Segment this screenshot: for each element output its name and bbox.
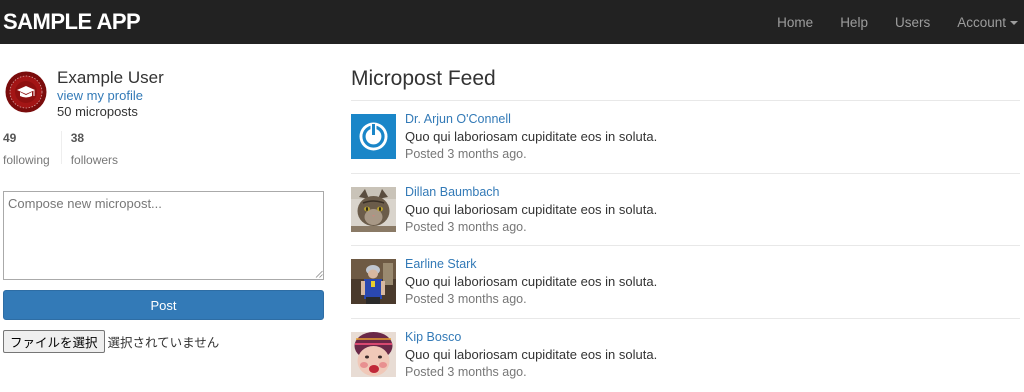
person-photo-avatar[interactable] <box>351 259 396 304</box>
nav-home-link[interactable]: Home <box>777 0 813 44</box>
feed-user-link[interactable]: Dillan Baumbach <box>405 185 500 199</box>
compose-micropost-textarea[interactable] <box>3 191 324 280</box>
feed-timestamp: Posted 3 months ago. <box>405 292 527 306</box>
following-count: 49 <box>3 131 17 145</box>
view-profile-link[interactable]: view my profile <box>57 88 143 103</box>
followers-stat[interactable]: 38 followers <box>62 131 118 167</box>
feed-content: Quo qui laboriosam cupiditate eos in sol… <box>405 346 658 362</box>
feed-user-link[interactable]: Earline Stark <box>405 257 477 271</box>
power-logo-avatar[interactable] <box>351 114 396 159</box>
navbar: SAMPLE APP Home Help Users Account <box>0 0 1024 44</box>
feed-user-link[interactable]: Kip Bosco <box>405 330 461 344</box>
feed-timestamp: Posted 3 months ago. <box>405 364 527 379</box>
feed-user-link[interactable]: Dr. Arjun O'Connell <box>405 112 511 126</box>
cat-photo-avatar[interactable] <box>351 186 396 232</box>
feed-content: Quo qui laboriosam cupiditate eos in sol… <box>405 274 658 289</box>
user-stats: 49 following 38 followers <box>3 131 118 167</box>
brand-logo[interactable]: SAMPLE APP <box>3 9 141 35</box>
feed-content: Quo qui laboriosam cupiditate eos in sol… <box>405 201 658 217</box>
choose-file-button[interactable]: ファイルを選択 <box>3 330 105 353</box>
feed-item: Earline Stark Quo qui laboriosam cupidit… <box>351 245 1020 318</box>
image-upload-row: ファイルを選択 選択されていません <box>3 330 219 353</box>
following-label: following <box>3 153 50 167</box>
followers-count: 38 <box>70 131 85 145</box>
feed-timestamp: Posted 3 months ago. <box>405 219 527 234</box>
micropost-count: 50 microposts <box>57 104 138 119</box>
feed-timestamp: Posted 3 months ago. <box>405 147 527 161</box>
caret-down-icon <box>1010 21 1018 25</box>
resize-grip-icon[interactable] <box>315 270 323 278</box>
nav-users-link[interactable]: Users <box>895 0 930 44</box>
followers-label: followers <box>70 153 119 167</box>
post-button[interactable]: Post <box>3 290 324 320</box>
child-photo-avatar[interactable] <box>351 331 396 377</box>
feed-list: Dr. Arjun O'Connell Quo qui laboriosam c… <box>351 100 1020 390</box>
user-avatar[interactable] <box>5 71 47 113</box>
nav-account-dropdown[interactable]: Account <box>957 0 1018 44</box>
feed-item: Kip Bosco Quo qui laboriosam cupiditate … <box>351 317 1020 391</box>
following-stat[interactable]: 49 following <box>3 131 62 167</box>
feed-content: Quo qui laboriosam cupiditate eos in sol… <box>405 129 658 144</box>
file-status-text: 選択されていません <box>107 335 220 350</box>
nav-help-link[interactable]: Help <box>840 0 868 44</box>
user-name: Example User <box>57 68 164 87</box>
nav-links: Home Help Users Account <box>777 0 1024 44</box>
feed-title: Micropost Feed <box>351 67 496 90</box>
feed-item: Dillan Baumbach Quo qui laboriosam cupid… <box>351 172 1020 246</box>
nav-account-label: Account <box>957 14 1006 30</box>
feed-item: Dr. Arjun O'Connell Quo qui laboriosam c… <box>351 100 1020 173</box>
